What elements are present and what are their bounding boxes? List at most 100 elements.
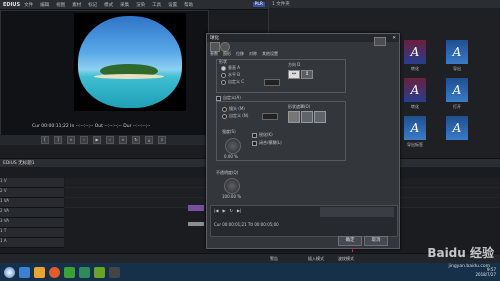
direction-horizontal-icon[interactable]: ↔ (288, 70, 300, 79)
app-logo: EDIUS (3, 1, 21, 8)
menu-capture[interactable]: 采集 (120, 2, 129, 8)
menu-help[interactable]: 帮助 (184, 2, 193, 8)
effect-thumb-2[interactable]: A (446, 40, 468, 64)
tab-position[interactable]: 位移 (236, 51, 244, 57)
close-icon[interactable]: ✕ (392, 36, 396, 41)
effect-thumb-label-2: 导出 (453, 66, 461, 71)
timeline-clip-audio[interactable] (188, 222, 204, 226)
firefox-icon[interactable] (49, 266, 60, 278)
effect-thumb-1[interactable]: A (404, 40, 426, 64)
radio-custom-n[interactable]: 自定义 (N) (222, 113, 248, 119)
effect-thumb-label-4: 打开 (453, 104, 461, 109)
status-warning: 警告 (270, 255, 278, 261)
maximize-icon[interactable] (374, 37, 386, 46)
next-frame-button[interactable]: › (106, 136, 114, 144)
tab-shape[interactable]: 图形 (223, 51, 231, 57)
menubar: EDIUS 文件 编辑 视图 素材 标记 模式 采集 渲染 工具 设置 帮助 P… (0, 0, 268, 10)
effect-thumb-label-1: 转化 (411, 66, 419, 71)
menu-mode[interactable]: 模式 (104, 2, 113, 8)
start-icon[interactable] (4, 266, 15, 278)
rewind-button[interactable]: « (67, 136, 75, 144)
green-app-icon[interactable] (79, 266, 90, 278)
effect-thumb-label-5: 导出标签 (407, 142, 423, 147)
dialog-titlebar: 球化 ✕ (207, 34, 399, 42)
set-out-button[interactable]: ] (54, 136, 62, 144)
keyframe-ruler[interactable] (320, 207, 394, 217)
radio-horizontal-label: 水平 B (228, 72, 241, 77)
radio-lens-label: 镜头 (M) (229, 106, 245, 111)
tab-params[interactable]: 参数 (210, 51, 218, 57)
track-header-3va[interactable]: 3 VA (0, 218, 64, 228)
menu-file[interactable]: 文件 (24, 2, 33, 8)
mask-shape-2[interactable] (301, 111, 313, 123)
status-bar: 警告 插入模式 波纹模式 (0, 253, 500, 263)
opacity-knob[interactable] (224, 178, 240, 194)
direction-vertical-icon[interactable]: ↕ (301, 70, 313, 79)
folder-icon[interactable] (34, 266, 45, 278)
track-header-2va[interactable]: 2 VA (0, 208, 64, 218)
track-header-1t[interactable]: 1 T (0, 228, 64, 238)
track-header-2v[interactable]: 2 V (0, 188, 64, 198)
mask-shape-3[interactable] (314, 111, 326, 123)
loop-button[interactable]: ↻ (132, 136, 140, 144)
radio-vertical[interactable]: 垂直 A (221, 65, 240, 71)
radio-custom[interactable]: 自定义 C (221, 79, 244, 85)
effect-thumb-6[interactable]: A (446, 116, 468, 140)
menu-tools[interactable]: 工具 (152, 2, 161, 8)
close-blur-checkbox[interactable]: 闭合/模糊(L) (252, 140, 282, 146)
tab-symmetry[interactable]: 对称 (249, 51, 257, 57)
menu-clip[interactable]: 素材 (72, 2, 81, 8)
overwrite-button[interactable]: ⇩ (158, 136, 166, 144)
timeline-title: EDIUS 无标题1 (3, 161, 35, 166)
sharpen-checkbox[interactable]: 锐化(K) (252, 132, 273, 138)
effect-thumb-5[interactable]: A (404, 116, 426, 140)
player-controls: [ ] « ‹ ▶ › » ↻ ⤓ ⇩ (0, 135, 207, 145)
prev-frame-button[interactable]: ‹ (80, 136, 88, 144)
sharpen-label: 锐化(K) (259, 132, 273, 137)
set-in-button[interactable]: [ (41, 136, 49, 144)
custom-value-input[interactable] (264, 79, 280, 86)
media-icon[interactable] (64, 266, 75, 278)
cancel-button[interactable]: 取消 (364, 236, 388, 246)
baidu-watermark-logo: Baidu 经验 (427, 246, 494, 260)
status-insert-mode[interactable]: 插入模式 (308, 256, 324, 262)
status-ripple-mode[interactable]: 波纹模式 (338, 256, 354, 262)
custom-n-input[interactable] (262, 113, 278, 120)
timeline-clip[interactable] (188, 205, 204, 211)
forward-button[interactable]: » (119, 136, 127, 144)
keyframe-controls: |◀ ▶ ↻ ▶| (214, 208, 241, 213)
mask-shape-1[interactable] (288, 111, 300, 123)
menu-marker[interactable]: 标记 (88, 2, 97, 8)
menu-edit[interactable]: 编辑 (40, 2, 49, 8)
track-header-1a[interactable]: 1 A (0, 238, 64, 248)
effect-thumb-3[interactable]: A (404, 78, 426, 102)
ie-icon[interactable] (19, 266, 30, 278)
insert-button[interactable]: ⤓ (145, 136, 153, 144)
dialog-tabs: 参数 图形 位移 对称 其他设置 (210, 51, 278, 57)
kf-loop-icon[interactable]: ↻ (230, 208, 233, 213)
edius-taskbar-icon[interactable] (109, 266, 120, 278)
menu-render[interactable]: 渲染 (136, 2, 145, 8)
player-app-icon[interactable] (94, 266, 105, 278)
strength-knob[interactable] (225, 138, 241, 154)
plr-badge[interactable]: PLR (252, 2, 265, 7)
tab-other[interactable]: 其他设置 (262, 51, 278, 57)
dialog-title: 球化 (210, 36, 219, 41)
kf-next-icon[interactable]: ▶| (237, 208, 241, 213)
opacity-value: 100.00 % (222, 194, 242, 199)
ok-button[interactable]: 确定 (338, 236, 362, 246)
track-header-1va[interactable]: 1 VA (0, 198, 64, 208)
effect-thumb-4[interactable]: A (446, 78, 468, 102)
play-button[interactable]: ▶ (93, 136, 101, 144)
kf-play-icon[interactable]: ▶ (222, 208, 225, 213)
kf-prev-icon[interactable]: |◀ (214, 208, 218, 213)
baidu-watermark-site: jingyan.baidu.com (448, 264, 490, 269)
track-header-1v[interactable]: 1 V (0, 178, 64, 188)
radio-lens[interactable]: 镜头 (M) (222, 106, 245, 112)
menu-view[interactable]: 视图 (56, 2, 65, 8)
clock-date: 2018/7/27 (475, 272, 496, 277)
menu-settings[interactable]: 设置 (168, 2, 177, 8)
keyframe-timecode: Cur 00:00:01;21 Ttl 00:00:05;00 (214, 222, 279, 227)
radio-horizontal[interactable]: 水平 B (221, 72, 240, 78)
radio-vertical-label: 垂直 A (228, 65, 241, 70)
